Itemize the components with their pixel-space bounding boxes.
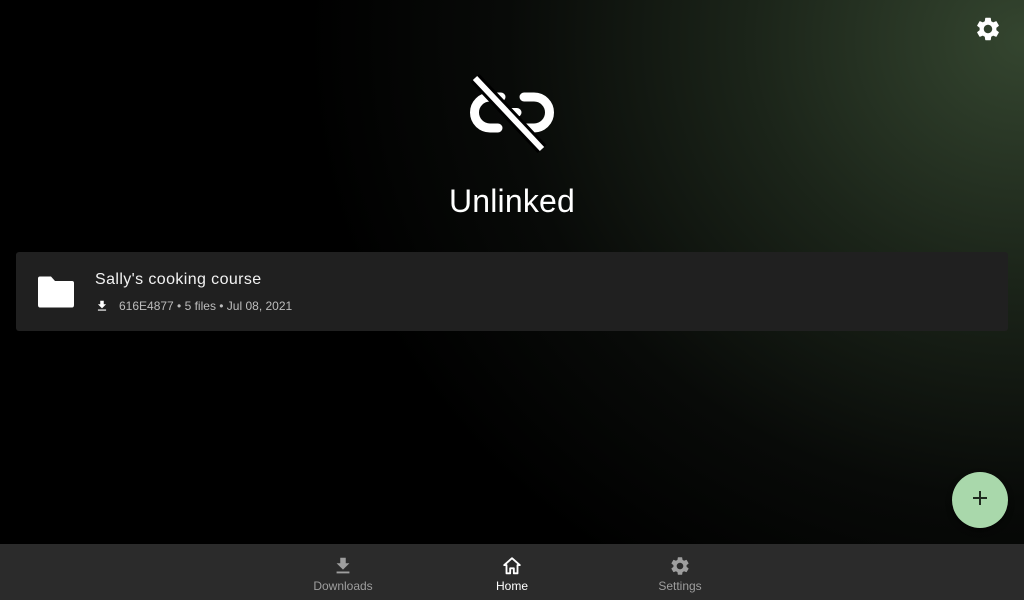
add-button[interactable] bbox=[952, 472, 1008, 528]
nav-label: Home bbox=[495, 579, 528, 593]
item-meta-text: 616E4877 • 5 files • Jul 08, 2021 bbox=[119, 299, 293, 313]
nav-item-downloads[interactable]: Downloads bbox=[283, 544, 403, 600]
bottom-navigation: Downloads Home Settings bbox=[0, 544, 1024, 600]
settings-button[interactable] bbox=[973, 16, 1003, 46]
status-title: Unlinked bbox=[448, 183, 576, 219]
download-icon bbox=[95, 299, 109, 313]
link-off-icon bbox=[468, 73, 556, 154]
item-meta: 616E4877 • 5 files • Jul 08, 2021 bbox=[95, 298, 292, 314]
home-icon bbox=[500, 554, 524, 578]
nav-item-settings[interactable]: Settings bbox=[620, 544, 740, 600]
gear-icon bbox=[668, 554, 692, 578]
nav-item-home[interactable]: Home bbox=[452, 544, 572, 600]
folder-icon bbox=[36, 276, 76, 308]
plus-icon bbox=[971, 489, 989, 512]
nav-label: Downloads bbox=[313, 579, 373, 593]
nav-label: Settings bbox=[658, 579, 702, 593]
gear-icon bbox=[974, 15, 1002, 48]
list-item[interactable]: Sally's cooking course 616E4877 • 5 file… bbox=[16, 252, 1008, 331]
download-icon bbox=[331, 554, 355, 578]
item-title: Sally's cooking course bbox=[95, 271, 262, 288]
